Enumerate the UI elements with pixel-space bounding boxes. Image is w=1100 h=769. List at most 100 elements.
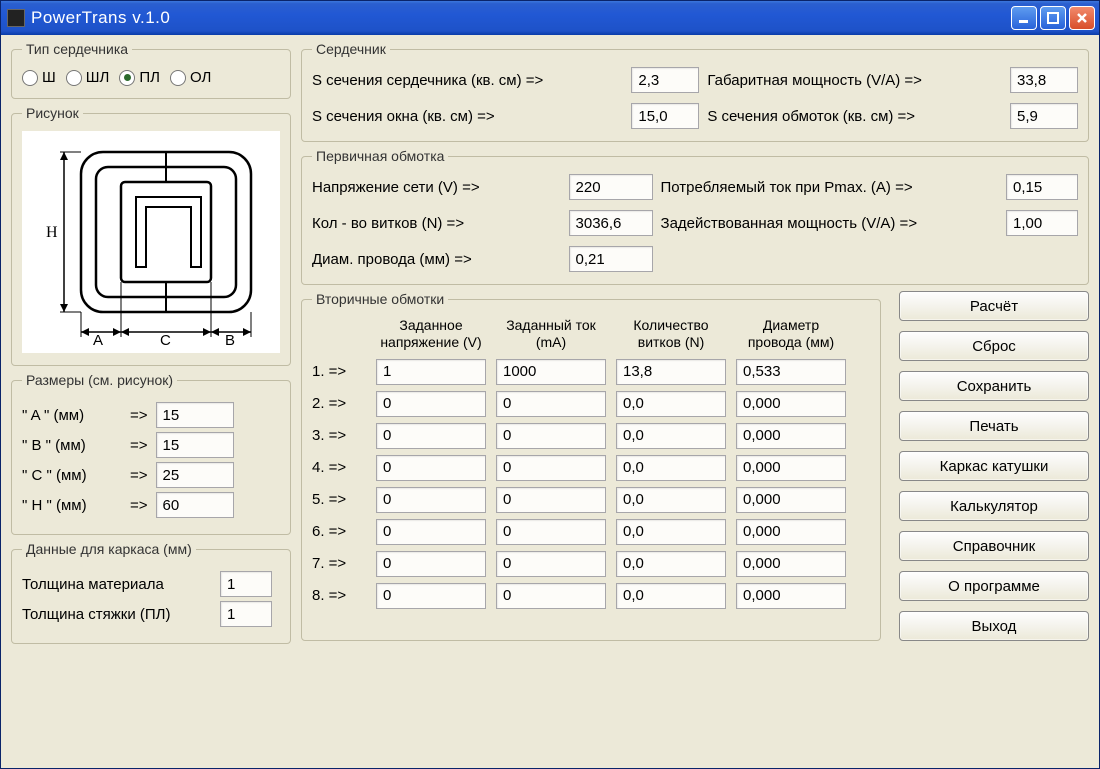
primary-wire-input[interactable]	[569, 246, 653, 272]
sec-current-input-7[interactable]	[496, 551, 606, 577]
sec-diameter-input-3[interactable]	[736, 423, 846, 449]
sec-voltage-input-7[interactable]	[376, 551, 486, 577]
sec-diameter-input-8[interactable]	[736, 583, 846, 609]
sec-voltage-input-4[interactable]	[376, 455, 486, 481]
frame-input-1[interactable]	[220, 601, 272, 627]
sec-turns-input-4[interactable]	[616, 455, 726, 481]
radio-icon	[22, 70, 38, 86]
sec-current-input-8[interactable]	[496, 583, 606, 609]
close-button[interactable]	[1069, 6, 1095, 30]
close-icon	[1076, 12, 1088, 24]
minimize-icon	[1018, 12, 1030, 24]
dim-input-1[interactable]	[156, 432, 234, 458]
sec-current-input-2[interactable]	[496, 391, 606, 417]
reference-button[interactable]: Справочник	[899, 531, 1089, 561]
sec-turns-input-7[interactable]	[616, 551, 726, 577]
primary-group: Первичная обмотка Напряжение сети (V) =>…	[301, 148, 1089, 285]
sec-current-input-4[interactable]	[496, 455, 606, 481]
maximize-button[interactable]	[1040, 6, 1066, 30]
calc-button[interactable]: Расчёт	[899, 291, 1089, 321]
s-window-input[interactable]	[631, 103, 699, 129]
sec-row-label: 6. =>	[312, 523, 366, 540]
core-params-group: Сердечник S сечения сердечника (кв. см) …	[301, 41, 1089, 142]
sec-diameter-input-5[interactable]	[736, 487, 846, 513]
action-buttons: Расчёт Сброс Сохранить Печать Каркас кат…	[899, 291, 1089, 641]
sec-turns-input-5[interactable]	[616, 487, 726, 513]
calculator-button[interactable]: Калькулятор	[899, 491, 1089, 521]
sec-turns-input-2[interactable]	[616, 391, 726, 417]
minimize-button[interactable]	[1011, 6, 1037, 30]
arrow-icon: =>	[130, 407, 148, 424]
dim-label: " A " (мм)	[22, 407, 122, 424]
sec-voltage-input-2[interactable]	[376, 391, 486, 417]
core-type-group: Тип сердечника ШШЛПЛОЛ	[11, 41, 291, 99]
drawing-label-h: H	[46, 224, 58, 241]
sec-turns-input-8[interactable]	[616, 583, 726, 609]
reset-button[interactable]: Сброс	[899, 331, 1089, 361]
radio-label: ПЛ	[139, 69, 160, 86]
window-buttons	[1011, 6, 1095, 30]
sec-diameter-input-6[interactable]	[736, 519, 846, 545]
secondary-row: 5. =>	[312, 487, 870, 513]
sec-diameter-input-4[interactable]	[736, 455, 846, 481]
drawing-label-c: C	[160, 332, 171, 347]
sec-current-input-1[interactable]	[496, 359, 606, 385]
core-type-radio-ШЛ[interactable]: ШЛ	[66, 69, 110, 86]
primary-wire-label: Диам. провода (мм) =>	[312, 251, 561, 268]
arrow-icon: =>	[130, 497, 148, 514]
sec-diameter-input-7[interactable]	[736, 551, 846, 577]
dim-input-3[interactable]	[156, 492, 234, 518]
maximize-icon	[1047, 12, 1059, 24]
sec-voltage-input-1[interactable]	[376, 359, 486, 385]
s-core-input[interactable]	[631, 67, 699, 93]
frame-label: Толщина стяжки (ПЛ)	[22, 606, 212, 623]
sec-diameter-input-1[interactable]	[736, 359, 846, 385]
sec-current-input-5[interactable]	[496, 487, 606, 513]
secondary-and-buttons: Вторичные обмотки Заданное напряжение (V…	[301, 291, 1089, 641]
secondary-row: 8. =>	[312, 583, 870, 609]
primary-legend: Первичная обмотка	[312, 148, 448, 164]
sec-voltage-input-8[interactable]	[376, 583, 486, 609]
primary-used-input[interactable]	[1006, 210, 1078, 236]
s-winding-input[interactable]	[1010, 103, 1078, 129]
gpower-input[interactable]	[1010, 67, 1078, 93]
frame-input-0[interactable]	[220, 571, 272, 597]
primary-used-label: Задействованная мощность (V/A) =>	[661, 215, 998, 232]
sec-current-input-6[interactable]	[496, 519, 606, 545]
secondary-row: 4. =>	[312, 455, 870, 481]
sec-voltage-input-3[interactable]	[376, 423, 486, 449]
print-button[interactable]: Печать	[899, 411, 1089, 441]
primary-turns-input[interactable]	[569, 210, 653, 236]
primary-imax-input[interactable]	[1006, 174, 1078, 200]
secondary-row: 2. =>	[312, 391, 870, 417]
sec-turns-input-3[interactable]	[616, 423, 726, 449]
primary-volt-input[interactable]	[569, 174, 653, 200]
sec-turns-input-1[interactable]	[616, 359, 726, 385]
core-type-radio-ПЛ[interactable]: ПЛ	[119, 69, 160, 86]
radio-icon	[66, 70, 82, 86]
sec-row-label: 3. =>	[312, 427, 366, 444]
sec-row-label: 1. =>	[312, 363, 366, 380]
sec-voltage-input-6[interactable]	[376, 519, 486, 545]
drawing-label-b: B	[225, 332, 235, 347]
core-type-radio-ОЛ[interactable]: ОЛ	[170, 69, 211, 86]
dim-input-2[interactable]	[156, 462, 234, 488]
coil-frame-button[interactable]: Каркас катушки	[899, 451, 1089, 481]
dim-label: " C " (мм)	[22, 467, 122, 484]
sec-voltage-input-5[interactable]	[376, 487, 486, 513]
core-type-radio-Ш[interactable]: Ш	[22, 69, 56, 86]
exit-button[interactable]: Выход	[899, 611, 1089, 641]
sec-turns-input-6[interactable]	[616, 519, 726, 545]
sec-diameter-input-2[interactable]	[736, 391, 846, 417]
about-button[interactable]: О программе	[899, 571, 1089, 601]
left-column: Тип сердечника ШШЛПЛОЛ Рисунок	[11, 41, 291, 758]
arrow-icon: =>	[130, 437, 148, 454]
save-button[interactable]: Сохранить	[899, 371, 1089, 401]
dim-label: " B " (мм)	[22, 437, 122, 454]
sec-current-input-3[interactable]	[496, 423, 606, 449]
sec-header-diameter: Диаметр провода (мм)	[736, 317, 846, 351]
dim-input-0[interactable]	[156, 402, 234, 428]
sec-row-label: 5. =>	[312, 491, 366, 508]
sec-header-current: Заданный ток (mA)	[496, 317, 606, 351]
arrow-icon: =>	[130, 467, 148, 484]
